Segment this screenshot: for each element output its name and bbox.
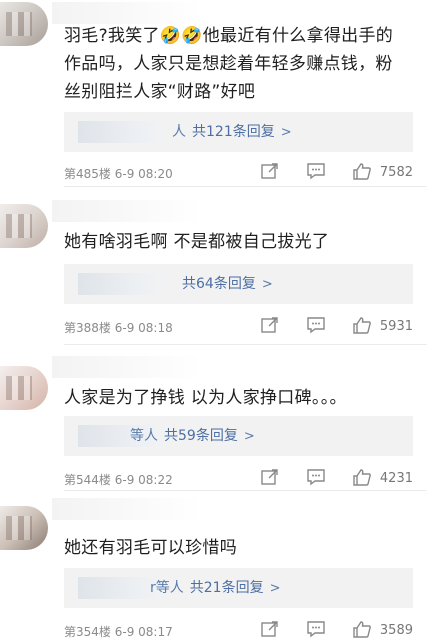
divider [64,186,427,187]
reply-names-blurred [78,273,173,295]
chevron-right-icon: > [280,125,292,140]
share-icon[interactable] [260,162,280,180]
comment-icon[interactable] [306,316,326,334]
comment-meta: 第388楼 6-9 08:18 5931 [64,315,413,337]
floor-number: 第544楼 [64,473,111,487]
reply-count-link[interactable]: 共64条回复 [182,276,256,292]
comment-item: 羽毛?我笑了🤣🤣他最近有什么拿得出手的作品吗，人家只是想趁着年轻多赚点钱，粉丝别… [0,0,427,182]
reply-count-link[interactable]: 共21条回复 [190,580,264,596]
comment-meta: 第354楼 6-9 08:17 3589 [64,619,413,641]
like-icon[interactable] [352,162,372,180]
chevron-right-icon: > [243,429,255,444]
avatar[interactable] [0,506,48,550]
comment-icon[interactable] [306,468,326,486]
avatar[interactable] [0,2,48,46]
username-blurred[interactable] [52,200,202,222]
comment-item: 人家是为了挣钱 以为人家挣口碑。。。 等人 共59条回复 > 第544楼 6-9 0… [0,348,427,492]
timestamp: 6-9 08:20 [114,167,173,181]
reply-people-label: 人 [172,124,186,140]
comment-text: 她还有羽毛可以珍惜吗 [64,538,237,558]
comment-item: 她有啥羽毛啊 不是都被自己拔光了 共64条回复 > 第388楼 6-9 08:18… [0,190,427,342]
like-icon[interactable] [352,468,372,486]
username-blurred[interactable] [52,498,202,520]
avatar[interactable] [0,204,48,248]
comment-text: 人家是为了挣钱 以为人家挣口碑。。。 [64,388,347,408]
reply-people-label: r等人 [150,580,184,596]
like-icon[interactable] [352,316,372,334]
username-blurred[interactable] [52,2,202,24]
chevron-right-icon: > [269,581,281,596]
reply-count-link[interactable]: 共59条回复 [164,428,238,444]
reply-summary[interactable]: r等人 共21条回复 > [64,568,413,608]
floor-number: 第354楼 [64,625,111,639]
reply-summary[interactable]: 共64条回复 > [64,264,413,304]
reply-people-label: 等人 [130,428,158,444]
timestamp: 6-9 08:17 [114,625,173,639]
comment-item: 她还有羽毛可以珍惜吗 r等人 共21条回复 > 第354楼 6-9 08:17 35… [0,494,427,639]
like-icon[interactable] [352,620,372,638]
comment-icon[interactable] [306,162,326,180]
divider [64,344,427,345]
comment-meta: 第485楼 6-9 08:20 7582 [64,161,413,183]
reply-summary[interactable]: 等人 共59条回复 > [64,416,413,456]
comment-text: 她有啥羽毛啊 不是都被自己拔光了 [64,232,330,252]
like-count: 7582 [379,165,413,180]
floor-number: 第388楼 [64,321,111,335]
timestamp: 6-9 08:18 [114,321,173,335]
reply-names-blurred [78,121,173,143]
comment-meta: 第544楼 6-9 08:22 4231 [64,467,413,489]
timestamp: 6-9 08:22 [114,473,173,487]
username-blurred[interactable] [52,356,202,378]
share-icon[interactable] [260,316,280,334]
floor-number: 第485楼 [64,167,111,181]
avatar[interactable] [0,366,48,410]
reply-count-link[interactable]: 共121条回复 [192,124,275,140]
chevron-right-icon: > [261,277,273,292]
comment-icon[interactable] [306,620,326,638]
like-count: 4231 [379,471,413,486]
comment-text: 羽毛?我笑了🤣🤣他最近有什么拿得出手的作品吗，人家只是想趁着年轻多赚点钱，粉丝别… [64,26,394,102]
share-icon[interactable] [260,468,280,486]
share-icon[interactable] [260,620,280,638]
reply-summary[interactable]: 人共121条回复 > [64,112,413,152]
like-count: 5931 [379,319,413,334]
divider [64,490,427,491]
